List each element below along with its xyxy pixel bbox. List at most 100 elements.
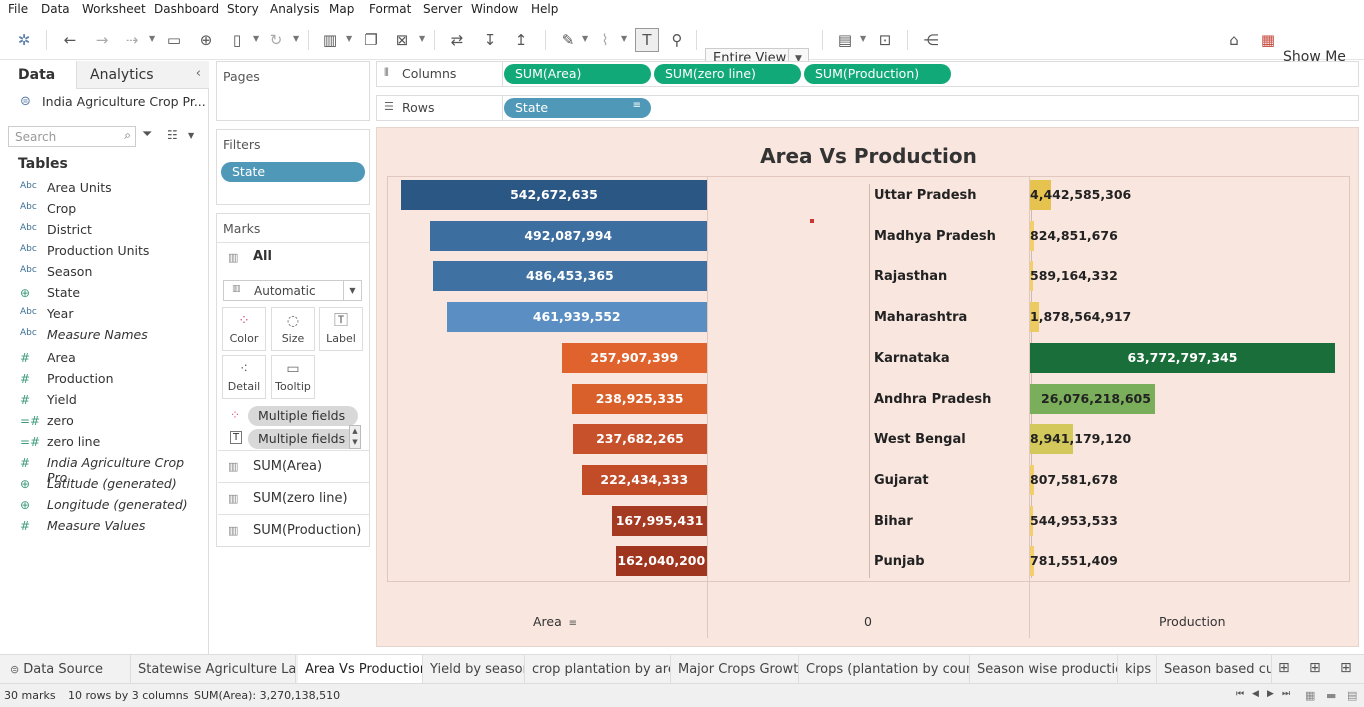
menu-worksheet[interactable]: Worksheet — [82, 2, 146, 16]
new-worksheet-icon[interactable]: ▥ — [318, 28, 342, 52]
sort-descending-icon[interactable]: ≡ — [569, 618, 577, 629]
tab-analytics[interactable]: Analytics ‹ — [76, 61, 209, 89]
state-label[interactable]: Madhya Pradesh — [874, 229, 996, 244]
chevron-down-icon[interactable]: ▼ — [188, 131, 194, 140]
new-story-icon[interactable]: ⊞ — [1340, 660, 1352, 676]
duplicate-sheet-icon[interactable]: ❐ — [359, 28, 383, 52]
zero-line-mark[interactable] — [810, 219, 814, 223]
field-item[interactable]: # Area — [0, 347, 205, 368]
chevron-down-icon[interactable]: ▼ — [621, 34, 627, 43]
show-labels-icon[interactable]: T — [635, 28, 659, 52]
measure-row-production[interactable]: ▥ SUM(Production) — [218, 514, 369, 546]
scrollbar[interactable]: ▲ ▼ — [349, 425, 361, 449]
sort-ascending-icon[interactable]: ↧ — [478, 28, 502, 52]
field-item[interactable]: =# zero line — [0, 431, 205, 452]
share-icon[interactable]: ⋲ — [919, 28, 943, 52]
state-label[interactable]: Andhra Pradesh — [874, 392, 991, 407]
clear-sheet-icon[interactable]: ⊠ — [390, 28, 414, 52]
swap-rows-columns-icon[interactable]: ⇄ — [445, 28, 469, 52]
field-item[interactable]: Abc Year — [0, 303, 205, 324]
filters-shelf[interactable]: Filters State — [216, 129, 370, 205]
new-dashboard-icon[interactable]: ⊞ — [1309, 660, 1321, 676]
field-item[interactable]: Abc Production Units — [0, 240, 205, 261]
new-datasource-icon[interactable]: ⊕ — [194, 28, 218, 52]
pause-updates-icon[interactable]: ▯ — [225, 28, 249, 52]
chevron-down-icon[interactable]: ▼ — [149, 34, 155, 43]
chevron-down-icon[interactable]: ▼ — [253, 34, 259, 43]
rows-shelf[interactable]: ☰ Rows State ≡ — [376, 95, 1359, 121]
chevron-down-icon[interactable]: ▼ — [293, 34, 299, 43]
multiple-fields-pill[interactable]: Multiple fields — [248, 429, 358, 449]
filter-pill-state[interactable]: State — [221, 162, 365, 182]
field-item[interactable]: ⊕ Longitude (generated) — [0, 494, 205, 515]
list-view-icon[interactable]: ▤ — [1347, 689, 1357, 702]
multiple-fields-pill[interactable]: Multiple fields — [248, 406, 358, 426]
menu-story[interactable]: Story — [227, 2, 259, 16]
film-strip-icon[interactable]: ▬ — [1326, 689, 1336, 702]
tab-area-vs-production[interactable]: Area Vs Production — [298, 655, 423, 684]
grid-view-icon[interactable]: ▦ — [1305, 689, 1315, 702]
field-item[interactable]: ⊕ Latitude (generated) — [0, 473, 205, 494]
chevron-down-icon[interactable]: ▼ — [860, 34, 866, 43]
prev-page-icon[interactable]: ◀ — [1252, 689, 1259, 699]
mark-type-select[interactable]: ▥ Automatic ▼ — [223, 280, 362, 301]
menu-file[interactable]: File — [8, 2, 28, 16]
state-label[interactable]: Maharashtra — [874, 310, 967, 325]
undo-icon[interactable]: ← — [58, 28, 82, 52]
next-page-icon[interactable]: ▶ — [1267, 689, 1274, 699]
field-item[interactable]: Abc Area Units — [0, 177, 205, 198]
size-card[interactable]: ◌ Size — [271, 307, 315, 351]
axis-label-area[interactable]: Area ≡ — [533, 614, 577, 629]
field-item[interactable]: =# zero — [0, 410, 205, 431]
row-pill-state[interactable]: State ≡ — [504, 98, 651, 118]
first-page-icon[interactable]: ⏮ — [1236, 689, 1244, 699]
view-list-icon[interactable]: ☷ — [167, 128, 178, 142]
tab-major-crops-growth[interactable]: Major Crops Growth — [671, 655, 799, 684]
tab-statewise-agriculture-land[interactable]: Statewise Agriculture Land — [131, 655, 296, 684]
show-cards-icon[interactable]: ▤ — [833, 28, 857, 52]
format-painter-icon[interactable]: ⌂ — [1222, 28, 1246, 52]
tab-yield-by-season[interactable]: Yield by season — [423, 655, 525, 684]
marks-field-label[interactable]: T Multiple fields ▲ ▼ — [222, 425, 362, 449]
search-input[interactable]: Search ⌕ — [8, 126, 136, 147]
marks-field-color[interactable]: ⁘ Multiple fields — [222, 406, 362, 426]
field-item[interactable]: Abc District — [0, 219, 205, 240]
menu-format[interactable]: Format — [369, 2, 411, 16]
axis-label-production[interactable]: Production — [1159, 614, 1226, 629]
state-label[interactable]: Rajasthan — [874, 269, 947, 284]
redo-icon[interactable]: → — [90, 28, 114, 52]
tab-data[interactable]: Data — [0, 61, 76, 89]
columns-shelf[interactable]: ⦀ Columns SUM(Area) SUM(zero line) SUM(P… — [376, 61, 1359, 87]
pages-shelf[interactable]: Pages — [216, 61, 370, 121]
tooltip-card[interactable]: ▭ Tooltip — [271, 355, 315, 399]
detail-card[interactable]: ⁖ Detail — [222, 355, 266, 399]
state-label[interactable]: Karnataka — [874, 351, 950, 366]
column-pill-sum-production[interactable]: SUM(Production) — [804, 64, 951, 84]
state-label[interactable]: Uttar Pradesh — [874, 188, 977, 203]
field-item[interactable]: # Measure Values — [0, 515, 205, 536]
menu-dashboard[interactable]: Dashboard — [154, 2, 219, 16]
field-item[interactable]: # India Agriculture Crop Pro... — [0, 452, 205, 485]
save-icon[interactable]: ▭ — [162, 28, 186, 52]
state-label[interactable]: Bihar — [874, 514, 913, 529]
marks-all-row[interactable]: ▥ All — [217, 242, 369, 272]
filter-icon[interactable]: ⏷ — [142, 127, 152, 142]
field-item[interactable]: ⊕ State — [0, 282, 205, 303]
tab-season-wise-production[interactable]: Season wise production — [970, 655, 1118, 684]
state-label[interactable]: Gujarat — [874, 473, 929, 488]
menu-window[interactable]: Window — [471, 2, 518, 16]
tab-season-based-cultivation[interactable]: Season based cultiv — [1157, 655, 1272, 684]
axis-label-zero[interactable]: 0 — [864, 614, 872, 629]
chevron-down-icon[interactable]: ▼ — [346, 34, 352, 43]
collapse-icon[interactable]: ‹ — [196, 66, 201, 81]
column-pill-sum-area[interactable]: SUM(Area) — [504, 64, 651, 84]
state-label[interactable]: Punjab — [874, 554, 925, 569]
tab-crop-plantation-by-area[interactable]: crop plantation by area — [525, 655, 671, 684]
field-item[interactable]: Abc Crop — [0, 198, 205, 219]
new-worksheet-icon[interactable]: ⊞ — [1278, 660, 1290, 676]
field-item[interactable]: # Yield — [0, 389, 205, 410]
tab-kips[interactable]: kips — [1118, 655, 1157, 684]
menu-map[interactable]: Map — [329, 2, 354, 16]
menu-help[interactable]: Help — [531, 2, 558, 16]
menu-data[interactable]: Data — [41, 2, 70, 16]
